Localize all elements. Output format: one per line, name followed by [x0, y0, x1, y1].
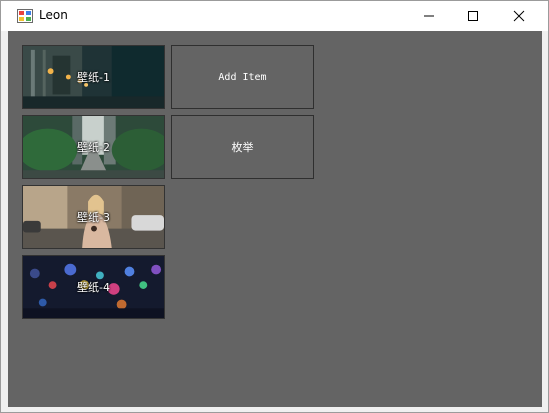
minimize-icon [424, 15, 434, 17]
wallpaper-tile-label: 壁纸-2 [77, 141, 110, 154]
close-button[interactable] [496, 1, 542, 31]
client-area: 壁纸-1 Add Item 壁纸-2 枚举 壁纸-3 壁纸-4 [8, 31, 542, 407]
close-icon [513, 10, 525, 22]
main-window: Leon 壁纸-1 Add Item 壁纸-2 枚举 壁纸-3 壁纸-4 [0, 0, 549, 413]
minimize-button[interactable] [406, 1, 452, 31]
wallpaper-tile-label: 壁纸-1 [77, 71, 110, 84]
wallpaper-tile-1[interactable]: 壁纸-1 [22, 45, 165, 109]
wallpaper-tile-4[interactable]: 壁纸-4 [22, 255, 165, 319]
title-bar[interactable]: Leon [1, 1, 548, 31]
enumerate-button[interactable]: 枚举 [171, 115, 314, 179]
maximize-button[interactable] [450, 1, 496, 31]
wallpaper-tile-label: 壁纸-4 [77, 281, 110, 294]
wallpaper-tile-2[interactable]: 壁纸-2 [22, 115, 165, 179]
add-item-button[interactable]: Add Item [171, 45, 314, 109]
window-title: Leon [39, 8, 68, 22]
maximize-icon [468, 11, 478, 21]
app-icon [17, 9, 33, 23]
wallpaper-tile-label: 壁纸-3 [77, 211, 110, 224]
wallpaper-tile-3[interactable]: 壁纸-3 [22, 185, 165, 249]
